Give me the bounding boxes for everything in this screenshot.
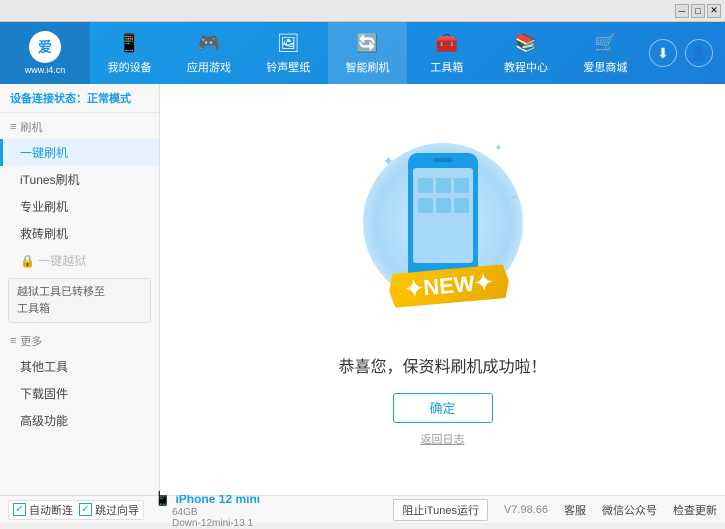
header: 爱 www.i4.cn 📱 我的设备 🎮 应用游戏 🖼 铃声壁纸 🔄 智能刷机 … [0, 22, 725, 84]
nav-label-tutorial: 教程中心 [504, 59, 548, 75]
section2-icon: ≡ [10, 335, 16, 347]
sidebar-item-advanced[interactable]: 高级功能 [0, 407, 159, 434]
itunes-flash-label: iTunes刷机 [20, 173, 80, 187]
lock-icon: 🔒 [20, 254, 38, 268]
wallpaper-icon: 🖼 [276, 31, 300, 55]
maximize-button[interactable]: □ [691, 4, 705, 18]
logo-area: 爱 www.i4.cn [0, 22, 90, 84]
device-section: 📱 iPhone 12 mini 64GB Down-12mini-13.1 [154, 490, 260, 529]
title-bar: ─ □ ✕ [0, 0, 725, 22]
version-text: V7.98.66 [504, 504, 548, 516]
checkbox-wizard-icon: ✓ [79, 503, 92, 516]
confirm-button[interactable]: 确定 [393, 393, 493, 423]
sidebar-item-one-key-flash[interactable]: 一键刷机 [0, 139, 159, 166]
apps-games-icon: 🎮 [197, 31, 221, 55]
nav-items: 📱 我的设备 🎮 应用游戏 🖼 铃声壁纸 🔄 智能刷机 🧰 工具箱 📚 教程中心… [90, 22, 645, 84]
store-icon: 🛒 [593, 31, 617, 55]
device-capacity: 64GB [172, 507, 260, 518]
logo-icon: 爱 [38, 37, 52, 57]
nav-label-store: 爱思商城 [583, 59, 627, 75]
sidebar-item-jailbreak: 🔒 一键越狱 [0, 247, 159, 274]
minimize-button[interactable]: ─ [675, 4, 689, 18]
auto-disconnect-checkbox[interactable]: ✓ 自动断连 [13, 502, 73, 518]
new-badge-star-left: ✦ [403, 275, 424, 302]
sidebar-item-itunes-flash[interactable]: iTunes刷机 [0, 166, 159, 193]
header-right: ⬇ 👤 [645, 39, 725, 67]
status-value: 正常模式 [87, 93, 131, 105]
nav-item-store[interactable]: 🛒 爱思商城 [566, 22, 645, 84]
checkbox-auto-icon: ✓ [13, 503, 26, 516]
status-label: 设备连接状态： [10, 93, 87, 105]
skip-wizard-checkbox[interactable]: ✓ 跳过向导 [79, 502, 139, 518]
nav-item-tutorial[interactable]: 📚 教程中心 [486, 22, 565, 84]
nav-item-smart-flash[interactable]: 🔄 智能刷机 [328, 22, 407, 84]
nav-label-toolbox: 工具箱 [430, 59, 463, 75]
update-link[interactable]: 检查更新 [673, 502, 717, 518]
nav-label-apps-games: 应用游戏 [187, 59, 231, 75]
nav-item-toolbox[interactable]: 🧰 工具箱 [407, 22, 486, 84]
section1-label: 刷机 [20, 119, 42, 135]
new-badge-star-right: ✦ [473, 269, 494, 296]
close-button[interactable]: ✕ [707, 4, 721, 18]
auto-disconnect-label: 自动断连 [29, 502, 73, 518]
back-link[interactable]: 返回日志 [421, 431, 465, 447]
nav-item-my-device[interactable]: 📱 我的设备 [90, 22, 169, 84]
sidebar-item-pro-flash[interactable]: 专业刷机 [0, 193, 159, 220]
logo-circle: 爱 [29, 31, 61, 63]
user-button[interactable]: 👤 [685, 39, 713, 67]
bottom-left: ✓ 自动断连 ✓ 跳过向导 📱 iPhone 12 mini 64GB Down… [8, 490, 385, 529]
advanced-label: 高级功能 [20, 414, 68, 428]
sidebar-item-download-fw[interactable]: 下载固件 [0, 380, 159, 407]
bottom-bar: ✓ 自动断连 ✓ 跳过向导 📱 iPhone 12 mini 64GB Down… [0, 495, 725, 523]
section2-label: 更多 [20, 333, 42, 349]
tutorial-icon: 📚 [514, 31, 538, 55]
status-bar: 设备连接状态：正常模式 [0, 84, 159, 113]
phone-svg [403, 148, 483, 288]
logo-subtitle: www.i4.cn [25, 65, 66, 75]
download-button[interactable]: ⬇ [649, 39, 677, 67]
phone-illustration: ✦ ✦ ✦ ✦N [353, 133, 533, 333]
one-key-flash-label: 一键刷机 [20, 146, 68, 160]
success-text: 恭喜您，保资料刷机成功啦！ [338, 353, 546, 377]
sidebar: 设备连接状态：正常模式 ≡ 刷机 一键刷机 iTunes刷机 专业刷机 救砖刷机… [0, 84, 160, 495]
toolbox-icon: 🧰 [435, 31, 459, 55]
device-model: Down-12mini-13.1 [172, 518, 260, 529]
nav-label-wallpaper: 铃声壁纸 [266, 59, 310, 75]
warning-text: 越狱工具已转移至工具箱 [17, 286, 105, 315]
sparkle-3: ✦ [511, 193, 518, 202]
nav-label-smart-flash: 智能刷机 [345, 59, 389, 75]
smart-flash-icon: 🔄 [355, 31, 379, 55]
skip-wizard-label: 跳过向导 [95, 502, 139, 518]
pro-flash-label: 专业刷机 [20, 200, 68, 214]
sidebar-item-other-tools[interactable]: 其他工具 [0, 353, 159, 380]
sidebar-item-save-flash[interactable]: 救砖刷机 [0, 220, 159, 247]
sidebar-section-more: ≡ 更多 [0, 327, 159, 353]
nav-item-apps-games[interactable]: 🎮 应用游戏 [169, 22, 248, 84]
wechat-link[interactable]: 微信公众号 [602, 502, 657, 518]
bottom-right: 阻止iTunes运行 V7.98.66 客服 微信公众号 检查更新 [393, 499, 717, 521]
nav-label-my-device: 我的设备 [108, 59, 152, 75]
sparkle-1: ✦ [383, 153, 395, 170]
main-content: ✦ ✦ ✦ ✦N [160, 84, 725, 495]
jailbreak-label: 一键越狱 [38, 254, 86, 268]
section1-icon: ≡ [10, 121, 16, 133]
itunes-button[interactable]: 阻止iTunes运行 [393, 499, 488, 521]
save-flash-label: 救砖刷机 [20, 227, 68, 241]
sparkle-2: ✦ [494, 143, 502, 154]
sidebar-warning: 越狱工具已转移至工具箱 [8, 278, 151, 323]
my-device-icon: 📱 [118, 31, 142, 55]
title-bar-buttons: ─ □ ✕ [675, 4, 721, 18]
main-layout: 设备连接状态：正常模式 ≡ 刷机 一键刷机 iTunes刷机 专业刷机 救砖刷机… [0, 84, 725, 495]
service-link[interactable]: 客服 [564, 502, 586, 518]
nav-item-wallpaper[interactable]: 🖼 铃声壁纸 [249, 22, 328, 84]
download-fw-label: 下载固件 [20, 387, 68, 401]
other-tools-label: 其他工具 [20, 360, 68, 374]
sidebar-section-flash: ≡ 刷机 [0, 113, 159, 139]
